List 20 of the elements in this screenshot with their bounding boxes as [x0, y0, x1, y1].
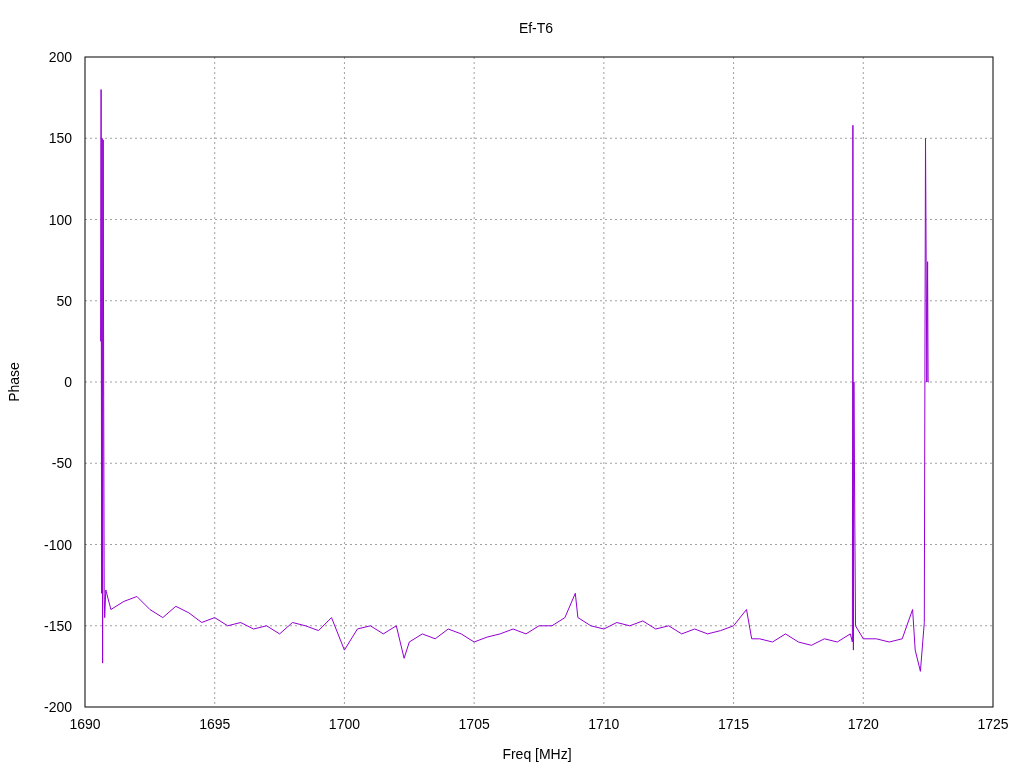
y-axis-label: Phase	[6, 362, 22, 402]
x-tick-label: 1705	[458, 716, 490, 732]
x-tick-label: 1715	[718, 716, 750, 732]
y-tick-label: 50	[56, 292, 72, 309]
x-tick-label: 1700	[328, 716, 360, 732]
chart-title: Ef-T6	[518, 20, 554, 36]
y-tick-label: -200	[43, 699, 72, 715]
y-tick-label: 150	[48, 130, 72, 147]
y-tick-label: 0	[64, 374, 72, 390]
x-tick-label: 1690	[69, 716, 101, 732]
x-tick-label: 1710	[588, 716, 620, 732]
x-axis-label: Freq [MHz]	[502, 746, 572, 762]
y-tick-label: 100	[48, 211, 72, 228]
x-tick-label: 1695	[199, 716, 231, 732]
x-tick-label: 1720	[847, 716, 879, 732]
y-tick-label: -100	[43, 536, 72, 553]
x-tick-label: 1725	[977, 716, 1009, 732]
y-tick-label: 200	[48, 49, 72, 65]
y-tick-label: -150	[43, 617, 72, 634]
y-tick-label: -50	[51, 455, 72, 472]
